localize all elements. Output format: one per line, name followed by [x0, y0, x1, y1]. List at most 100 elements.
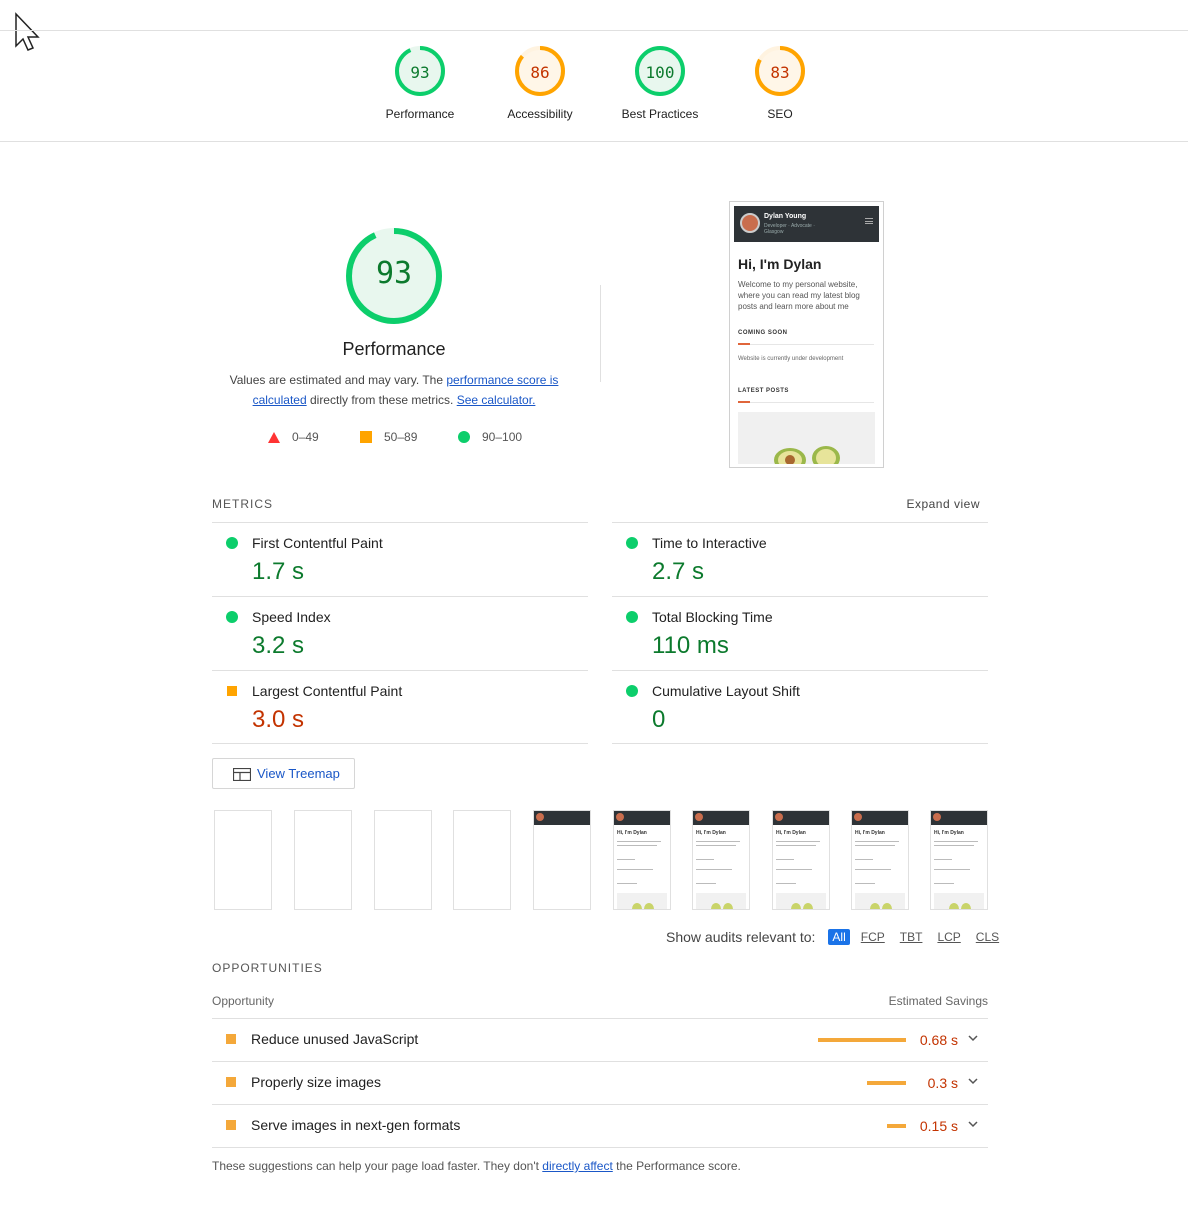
expand-view-toggle[interactable]: Expand view [880, 497, 980, 511]
circle-icon [226, 611, 238, 623]
text-line [776, 869, 812, 870]
text-line [696, 883, 716, 884]
filmstrip-frame[interactable] [294, 810, 352, 910]
text-line [617, 859, 635, 860]
chevron-down-icon[interactable] [968, 1121, 978, 1128]
metric-name: First Contentful Paint [252, 535, 383, 551]
chevron-down-icon[interactable] [968, 1078, 978, 1085]
frame-header [534, 811, 590, 825]
filter-chip-cls[interactable]: CLS [972, 929, 1003, 945]
gauge-score: 100 [645, 63, 675, 82]
metric-value: 3.2 s [252, 632, 305, 659]
chevron-down-icon[interactable] [968, 1035, 978, 1042]
legend-average: 50–89 [360, 430, 417, 444]
metric-speed-index: Speed Index 3.2 s [212, 596, 588, 670]
frame-header [852, 811, 908, 825]
circle-icon [626, 685, 638, 697]
filmstrip-frame[interactable] [214, 810, 272, 910]
metric-tbt: Total Blocking Time 110 ms [612, 596, 988, 670]
gauge-score: 93 [410, 63, 430, 82]
filmstrip-frame[interactable]: Hi, I'm Dylan [851, 810, 909, 910]
view-treemap-label: View Treemap [257, 766, 340, 781]
text-line [855, 883, 875, 884]
avatar [616, 813, 624, 821]
text-line [617, 883, 637, 884]
avatar [933, 813, 941, 821]
avatar [695, 813, 703, 821]
text-line [776, 883, 796, 884]
category-summary: 93 Performance 86 Accessibility 100 Best… [0, 31, 1188, 142]
metric-lcp: Largest Contentful Paint 3.0 s [212, 670, 588, 744]
filmstrip-frame[interactable]: Hi, I'm Dylan [692, 810, 750, 910]
filmstrip-frame[interactable]: Hi, I'm Dylan [613, 810, 671, 910]
opportunity-row[interactable]: Serve images in next-gen formats 0.15 s [212, 1104, 988, 1147]
avocado-icon [882, 903, 892, 909]
filmstrip-frame[interactable] [533, 810, 591, 910]
gauge-performance[interactable]: 93 Performance [360, 45, 480, 121]
square-icon [227, 686, 237, 696]
filter-chip-all[interactable]: All [828, 929, 850, 945]
divider [738, 344, 874, 345]
gauge-seo[interactable]: 83 SEO [720, 45, 840, 121]
filter-chip-tbt[interactable]: TBT [896, 929, 927, 945]
text-line [617, 845, 657, 846]
filter-chip-fcp[interactable]: FCP [857, 929, 889, 945]
text-line [776, 859, 794, 860]
filmstrip-frame[interactable] [453, 810, 511, 910]
text-line [776, 845, 816, 846]
screenshot-heading: Hi, I'm Dylan [738, 256, 822, 272]
filmstrip-frame[interactable] [374, 810, 432, 910]
avocado-icon [961, 903, 971, 909]
legend-range: 90–100 [482, 430, 523, 444]
opportunity-row[interactable]: Properly size images 0.3 s [212, 1061, 988, 1104]
frame-image [696, 893, 746, 909]
gauge-label: SEO [767, 107, 793, 121]
metric-value: 110 ms [652, 632, 729, 659]
gauge-accessibility[interactable]: 86 Accessibility [480, 45, 600, 121]
divider [212, 1147, 988, 1148]
avocado-icon [711, 903, 721, 909]
avatar [536, 813, 544, 821]
gauge-label: Best Practices [621, 107, 699, 121]
filter-chip-lcp[interactable]: LCP [933, 929, 964, 945]
footer-text: These suggestions can help your page loa… [212, 1159, 543, 1173]
filmstrip-frame[interactable]: Hi, I'm Dylan [930, 810, 988, 910]
opportunity-row[interactable]: Reduce unused JavaScript 0.68 s [212, 1018, 988, 1061]
avatar [854, 813, 862, 821]
metric-value: 0 [652, 706, 666, 733]
avocado-icon [644, 903, 654, 909]
metric-name: Total Blocking Time [652, 609, 773, 625]
opportunity-name: Serve images in next-gen formats [251, 1117, 461, 1133]
final-screenshot[interactable]: Dylan Young Developer · Advocate · Glasg… [729, 201, 884, 468]
gauge-best-practices[interactable]: 100 Best Practices [600, 45, 720, 121]
footer-text: the Performance score. [612, 1159, 741, 1173]
text-line [855, 859, 873, 860]
filmstrip-frame[interactable]: Hi, I'm Dylan [772, 810, 830, 910]
frame-header [773, 811, 829, 825]
metrics-title: METRICS [212, 497, 273, 511]
circle-icon [626, 611, 638, 623]
footer-note: These suggestions can help your page loa… [212, 1159, 741, 1173]
view-treemap-button[interactable]: View Treemap [212, 758, 355, 789]
avatar [740, 213, 760, 233]
metric-value: 2.7 s [652, 558, 705, 585]
square-icon [226, 1034, 236, 1044]
frame-heading: Hi, I'm Dylan [617, 830, 647, 836]
text-line [696, 841, 740, 842]
text-line [855, 869, 891, 870]
opportunity-name: Reduce unused JavaScript [251, 1031, 419, 1047]
screenshot-section-title: COMING SOON [738, 330, 788, 336]
legend-range: 50–89 [384, 430, 418, 444]
savings-bar [818, 1038, 906, 1042]
square-icon [226, 1120, 236, 1130]
directly-affect-link[interactable]: directly affect [542, 1159, 612, 1173]
text-line [617, 841, 661, 842]
see-calculator-link[interactable]: See calculator. [457, 393, 536, 407]
divider [212, 743, 588, 744]
avocado-icon [803, 903, 813, 909]
avatar [775, 813, 783, 821]
frame-heading: Hi, I'm Dylan [855, 830, 885, 836]
metric-tti: Time to Interactive 2.7 s [612, 522, 988, 596]
metric-value: 1.7 s [252, 558, 305, 585]
opportunity-savings: 0.68 s [919, 1032, 958, 1048]
